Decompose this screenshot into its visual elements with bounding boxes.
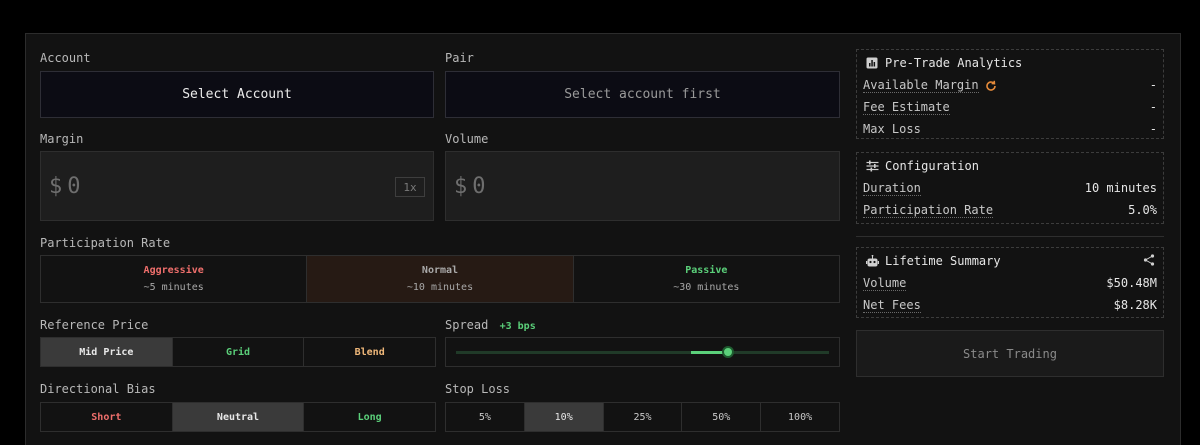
option-duration: ~30 minutes: [673, 282, 740, 293]
spread-slider-thumb[interactable]: [722, 346, 735, 358]
max-loss-value: -: [1149, 122, 1157, 136]
lifetime-volume-label: Volume: [863, 276, 907, 291]
participation-rate-summary-label: Participation Rate: [863, 203, 994, 218]
divider: [856, 236, 1164, 237]
reference-option-grid[interactable]: Grid: [173, 338, 305, 366]
reference-option-blend[interactable]: Blend: [304, 338, 435, 366]
margin-value: 0: [67, 173, 81, 199]
chart-icon: [865, 56, 879, 70]
configuration-card: Configuration Duration 10 minutes Partic…: [856, 152, 1164, 224]
fee-estimate-label: Fee Estimate: [863, 100, 950, 115]
volume-value: 0: [472, 173, 486, 199]
spread-slider[interactable]: [445, 337, 840, 367]
option-label: Neutral: [216, 411, 260, 423]
spread-label: Spread +3 bps: [445, 318, 536, 332]
duration-value: 10 minutes: [1084, 181, 1157, 195]
stop-loss-selector: 5% 10% 25% 50% 100%: [445, 402, 840, 432]
participation-option-passive[interactable]: Passive ~30 minutes: [574, 256, 839, 302]
option-label: 50%: [712, 411, 731, 423]
available-margin-value: -: [1149, 78, 1157, 92]
lifetime-title-text: Lifetime Summary: [885, 254, 1001, 268]
option-label: 100%: [788, 411, 813, 423]
account-select[interactable]: Select Account: [40, 71, 434, 118]
option-label: 10%: [554, 411, 573, 423]
pair-select[interactable]: Select account first: [445, 71, 840, 118]
max-loss-label: Max Loss: [863, 122, 921, 136]
volume-label: Volume: [445, 132, 489, 146]
reference-price-selector: Mid Price Grid Blend: [40, 337, 436, 367]
lifetime-volume-value: $50.48M: [1106, 276, 1157, 290]
participation-option-normal[interactable]: Normal ~10 minutes: [307, 256, 574, 302]
option-label: Grid: [225, 346, 251, 358]
spread-value: +3 bps: [499, 321, 536, 332]
margin-input[interactable]: $ 0 1x: [40, 151, 434, 221]
stop-loss-option[interactable]: 100%: [761, 403, 839, 431]
margin-currency: $: [49, 173, 63, 199]
participation-rate-row: Participation Rate 5.0%: [863, 203, 1157, 218]
stop-loss-option[interactable]: 10%: [524, 403, 604, 431]
participation-rate-selector: Aggressive ~5 minutes Normal ~10 minutes…: [40, 255, 840, 303]
option-label: Long: [357, 411, 382, 423]
analytics-title-text: Pre-Trade Analytics: [885, 56, 1023, 70]
option-duration: ~5 minutes: [143, 282, 204, 293]
option-label: Blend: [354, 346, 385, 358]
stop-loss-option[interactable]: 50%: [682, 403, 762, 431]
margin-label: Margin: [40, 132, 84, 146]
pair-select-value: Select account first: [564, 87, 721, 102]
participation-rate-summary-value: 5.0%: [1128, 203, 1157, 217]
participation-rate-label: Participation Rate: [40, 236, 171, 250]
start-trading-label: Start Trading: [963, 346, 1057, 361]
spread-slider-track: [456, 346, 829, 358]
option-label: 25%: [633, 411, 652, 423]
analytics-title: Pre-Trade Analytics: [865, 56, 1022, 70]
lifetime-volume-row: Volume $50.48M: [863, 276, 1157, 291]
share-icon[interactable]: [1143, 254, 1155, 266]
refresh-icon[interactable]: [985, 80, 997, 92]
start-trading-button[interactable]: Start Trading: [856, 330, 1164, 377]
pair-label: Pair: [445, 51, 474, 65]
lifetime-summary-card: Lifetime Summary Volume $50.48M Net Fees…: [856, 247, 1164, 318]
stop-loss-option[interactable]: 25%: [604, 403, 683, 431]
account-label: Account: [40, 51, 91, 65]
reference-price-label: Reference Price: [40, 318, 149, 332]
robot-icon: [865, 254, 879, 268]
option-label: Mid Price: [79, 346, 134, 358]
reference-option-mid-price[interactable]: Mid Price: [41, 338, 173, 366]
directional-bias-selector: Short Neutral Long: [40, 402, 436, 432]
bias-option-neutral[interactable]: Neutral: [172, 403, 305, 431]
fee-estimate-row: Fee Estimate -: [863, 100, 1157, 115]
duration-row: Duration 10 minutes: [863, 181, 1157, 196]
duration-label: Duration: [863, 181, 921, 196]
available-margin-row: Available Margin -: [863, 78, 1157, 93]
configuration-title: Configuration: [865, 159, 979, 173]
sliders-icon: [865, 159, 879, 173]
option-label: Short: [91, 411, 122, 423]
option-name: Aggressive: [143, 265, 204, 276]
configuration-title-text: Configuration: [885, 159, 979, 173]
pre-trade-analytics-card: Pre-Trade Analytics Available Margin - F…: [856, 49, 1164, 139]
stop-loss-label: Stop Loss: [445, 382, 511, 396]
net-fees-row: Net Fees $8.28K: [863, 298, 1157, 313]
leverage-button[interactable]: 1x: [395, 177, 425, 197]
available-margin-label: Available Margin: [863, 78, 979, 93]
option-duration: ~10 minutes: [406, 282, 474, 293]
max-loss-row: Max Loss -: [863, 122, 1157, 136]
volume-input[interactable]: $ 0: [445, 151, 840, 221]
account-select-value: Select Account: [182, 87, 292, 102]
net-fees-label: Net Fees: [863, 298, 921, 313]
directional-bias-label: Directional Bias: [40, 382, 156, 396]
spread-label-text: Spread: [445, 318, 489, 332]
lifetime-title: Lifetime Summary: [865, 254, 1001, 268]
stop-loss-option[interactable]: 5%: [446, 403, 525, 431]
option-name: Normal: [421, 265, 459, 276]
bias-option-short[interactable]: Short: [41, 403, 173, 431]
participation-option-aggressive[interactable]: Aggressive ~5 minutes: [41, 256, 308, 302]
bias-option-long[interactable]: Long: [304, 403, 435, 431]
fee-estimate-value: -: [1149, 100, 1157, 114]
volume-currency: $: [454, 173, 468, 199]
option-label: 5%: [478, 411, 491, 423]
net-fees-value: $8.28K: [1113, 298, 1157, 312]
option-name: Passive: [685, 265, 728, 276]
